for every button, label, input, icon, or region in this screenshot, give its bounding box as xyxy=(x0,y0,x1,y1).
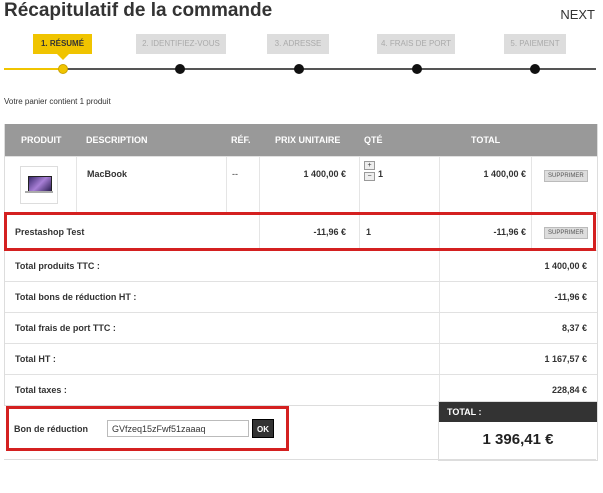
total-label: Total HT : xyxy=(15,354,56,364)
cell-delete: SUPPRIMER xyxy=(531,157,598,213)
total-value: 1 400,00 € xyxy=(544,261,587,271)
table-header: PRODUIT DESCRIPTION RÉF. PRIX UNITAIRE Q… xyxy=(5,124,597,156)
step-dot xyxy=(294,64,304,74)
total-label: Total frais de port TTC : xyxy=(15,323,116,333)
qty-decrease-button[interactable]: − xyxy=(364,172,375,181)
table-row: MacBook -- 1 400,00 € + − 1 1 400,00 € S… xyxy=(5,156,597,213)
grand-total-box: TOTAL : 1 396,41 € xyxy=(438,401,598,461)
col-product: PRODUIT xyxy=(21,135,62,145)
product-ref: -- xyxy=(232,169,238,179)
product-thumbnail[interactable] xyxy=(20,166,58,204)
cell-qty: + − 1 xyxy=(359,157,440,213)
step-payment[interactable]: 5. PAIEMENT xyxy=(504,34,566,54)
total-value: -11,96 € xyxy=(554,292,587,302)
product-total: 1 400,00 € xyxy=(483,169,526,179)
step-dot-active xyxy=(58,64,68,74)
total-vouchers-row: Total bons de réduction HT : -11,96 € xyxy=(5,281,597,312)
product-unit-price: 1 400,00 € xyxy=(303,169,346,179)
total-value: 8,37 € xyxy=(561,323,587,333)
laptop-screen-image xyxy=(28,176,52,192)
step-dot xyxy=(175,64,185,74)
steps-progress-active xyxy=(4,68,63,70)
step-identify[interactable]: 2. IDENTIFIEZ-VOUS xyxy=(136,34,226,54)
col-description: DESCRIPTION xyxy=(86,135,148,145)
col-qty: QTÉ xyxy=(364,135,383,145)
next-link[interactable]: NEXT xyxy=(560,7,595,22)
total-label: Total taxes : xyxy=(15,385,67,395)
step-shipping[interactable]: 4. FRAIS DE PORT xyxy=(377,34,455,54)
highlight-box-discount xyxy=(4,212,596,251)
col-unit-price: PRIX UNITAIRE xyxy=(275,135,341,145)
highlight-box-voucher xyxy=(6,406,289,451)
step-address[interactable]: 3. ADRESSE xyxy=(267,34,329,54)
cell-description: MacBook xyxy=(76,157,227,213)
col-ref: RÉF. xyxy=(231,135,251,145)
cell-ref: -- xyxy=(226,157,260,213)
grand-total-value: 1 396,41 € xyxy=(482,431,554,448)
laptop-base-image xyxy=(25,191,53,193)
cell-unit-price: 1 400,00 € xyxy=(259,157,352,213)
total-label: Total bons de réduction HT : xyxy=(15,292,137,302)
step-resume[interactable]: 1. RÉSUMÉ xyxy=(33,34,92,60)
cart-summary-text: Votre panier contient 1 produit xyxy=(4,97,111,106)
cell-total: 1 400,00 € xyxy=(439,157,532,213)
total-ht-row: Total HT : 1 167,57 € xyxy=(5,343,597,374)
cart-table: PRODUIT DESCRIPTION RÉF. PRIX UNITAIRE Q… xyxy=(4,124,598,406)
total-value: 1 167,57 € xyxy=(544,354,587,364)
grand-total-label: TOTAL : xyxy=(439,402,597,422)
step-dot xyxy=(412,64,422,74)
total-shipping-row: Total frais de port TTC : 8,37 € xyxy=(5,312,597,343)
delete-button[interactable]: SUPPRIMER xyxy=(544,170,588,182)
page-title: Récapitulatif de la commande xyxy=(4,0,273,21)
qty-increase-button[interactable]: + xyxy=(364,161,375,170)
product-name-link[interactable]: MacBook xyxy=(87,169,127,179)
step-dot xyxy=(530,64,540,74)
total-products-row: Total produits TTC : 1 400,00 € xyxy=(5,250,597,281)
total-label: Total produits TTC : xyxy=(15,261,100,271)
product-qty: 1 xyxy=(378,169,384,179)
quantity-stepper: + − xyxy=(364,161,375,183)
col-total: TOTAL xyxy=(471,135,501,145)
table-bottom-border xyxy=(4,459,596,460)
